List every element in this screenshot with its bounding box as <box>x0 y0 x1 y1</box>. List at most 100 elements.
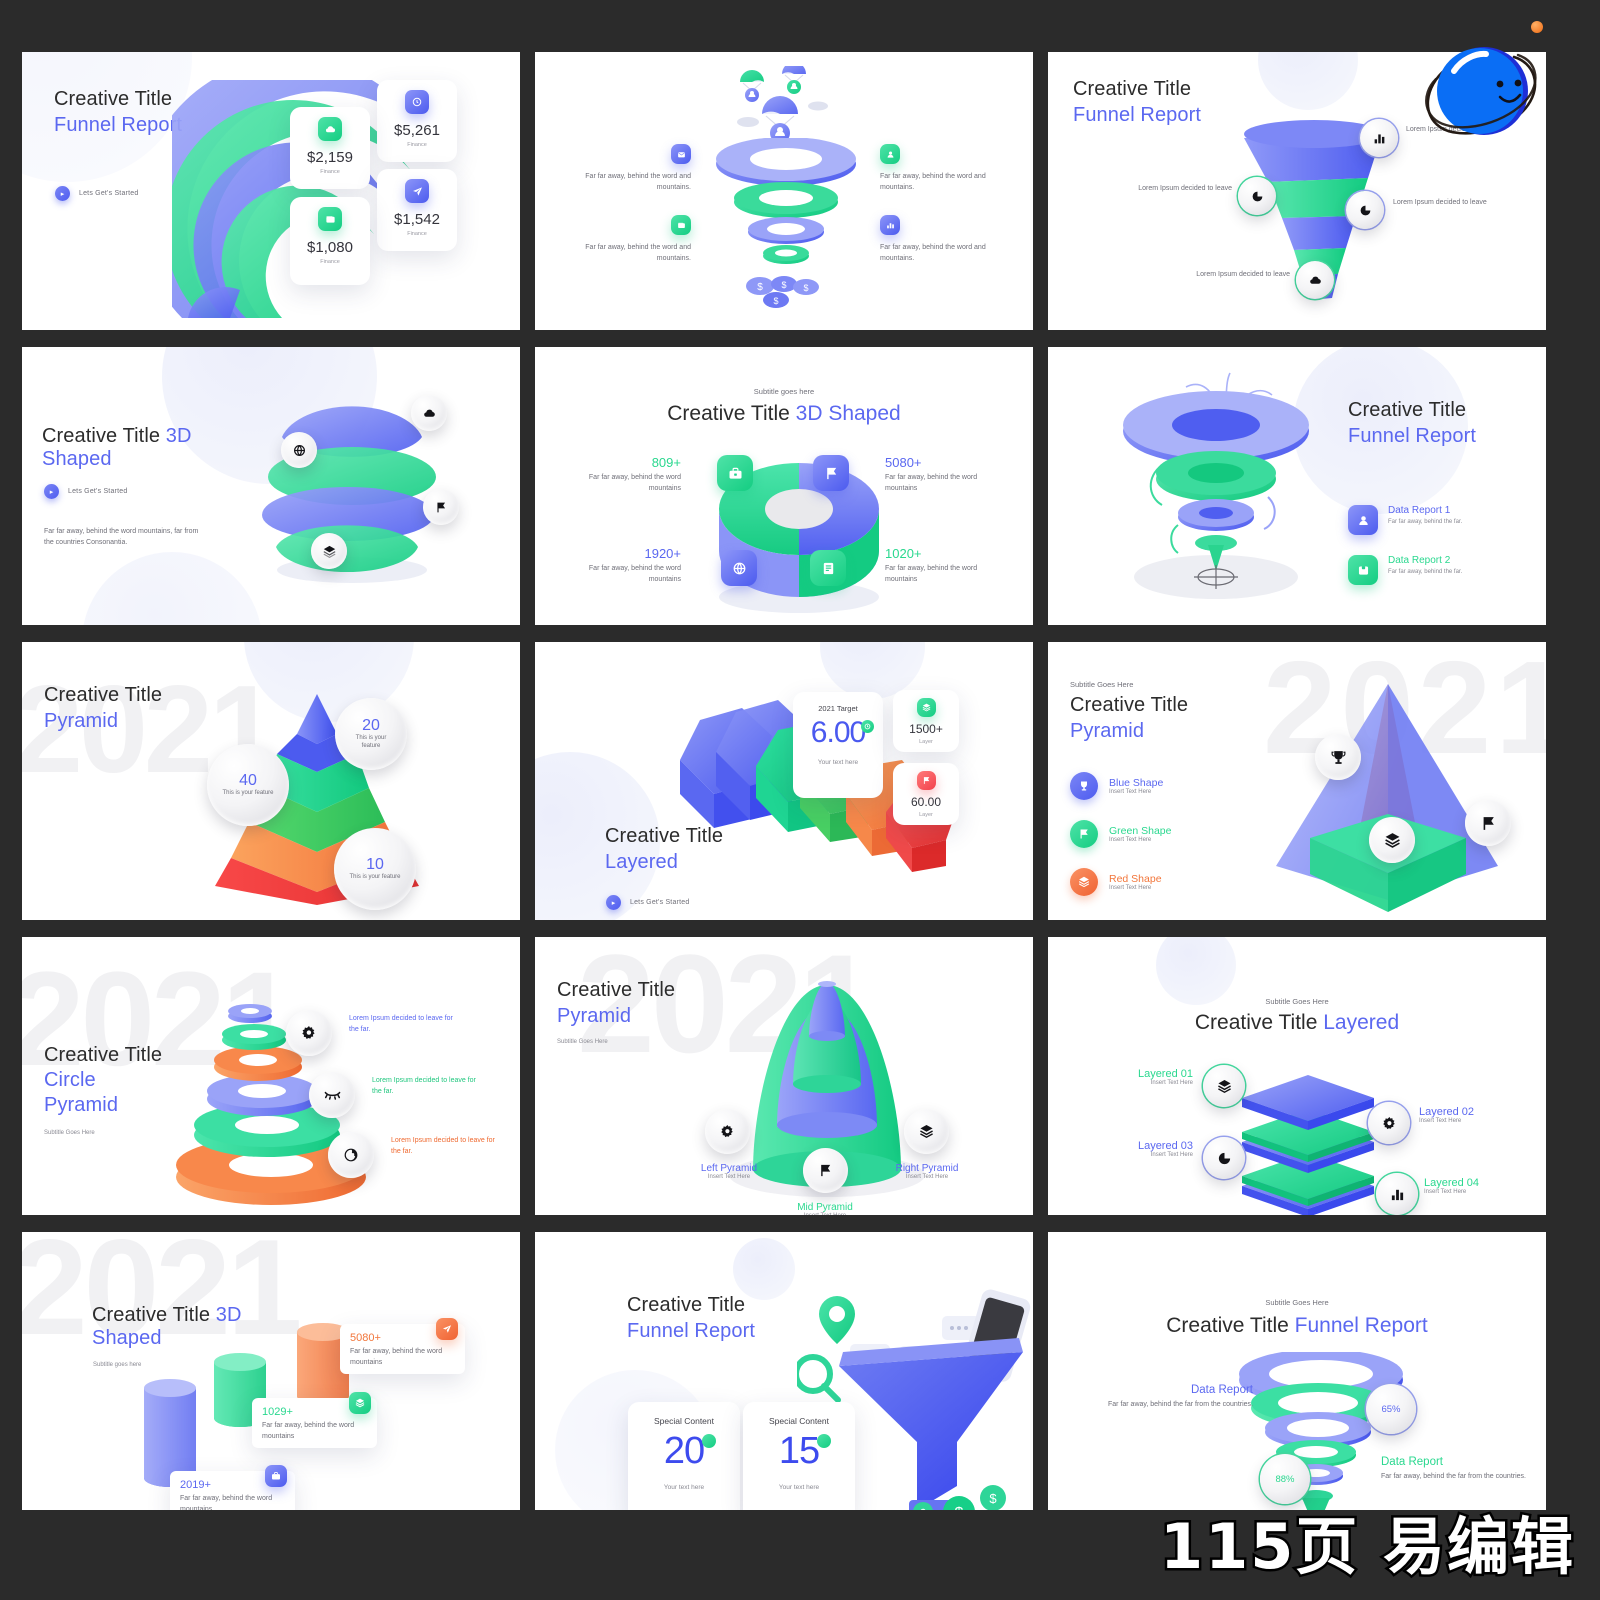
stat-card[interactable]: $1,542 Finance <box>377 169 457 251</box>
globe-icon[interactable] <box>721 550 757 586</box>
flag-icon[interactable] <box>813 455 849 491</box>
badge-gear[interactable] <box>1368 1102 1410 1144</box>
report-item[interactable]: Data Report 2 Far far away, behind the f… <box>1348 555 1462 585</box>
pyramid-label[interactable]: Left Pyramid Insert Text Here <box>674 1163 784 1180</box>
percent-value: 65% <box>1381 1403 1401 1415</box>
badge-layers[interactable] <box>904 1109 949 1154</box>
badge-pie-chart[interactable] <box>1203 1137 1245 1179</box>
badge-globe[interactable] <box>281 432 317 468</box>
report-item[interactable]: Data Report Far far away, behind the far… <box>1381 1456 1526 1483</box>
legend-item[interactable]: Blue Shape Insert Text Here <box>1070 772 1163 800</box>
label-title: Right Pyramid <box>895 1163 959 1174</box>
stat-item[interactable]: 1920+ Far far away, behind the word moun… <box>563 546 681 586</box>
svg-text:$: $ <box>803 283 808 293</box>
cta-lets-get-started[interactable]: ▸ Lets Get's Started <box>44 484 127 499</box>
special-content-card[interactable]: Special Content 20 Your text here <box>628 1402 740 1510</box>
badge-layers[interactable] <box>1203 1065 1245 1107</box>
doc-icon[interactable] <box>810 550 846 586</box>
pyramid-label[interactable]: Mid Pyramid Insert Text Here <box>770 1202 880 1215</box>
slide-pyramid-numbers[interactable]: 2021 Creative Title Pyramid 20 This is y… <box>22 642 520 920</box>
badge-pie-chart[interactable] <box>1238 177 1276 215</box>
badge-layers[interactable] <box>1369 817 1415 863</box>
pie-chart-icon <box>1359 204 1372 217</box>
watermark-text: 115页 易编辑 <box>1157 1508 1576 1586</box>
layer-label: Layered 01 <box>1137 1068 1193 1080</box>
pyramid-label[interactable]: Right Pyramid Insert Text Here <box>872 1163 982 1180</box>
slide-funnel-report-percent[interactable]: Subtitle Goes Here Creative Title Funnel… <box>1048 1232 1546 1510</box>
layers-icon[interactable] <box>349 1392 371 1414</box>
slide-3d-shaped-sphere[interactable]: Creative Title 3D Shaped ▸ Lets Get's St… <box>22 347 520 625</box>
layer-item[interactable]: Layered 01 Insert Text Here <box>1088 1068 1193 1086</box>
clock-icon <box>861 720 875 733</box>
legend-item[interactable]: Green Shape Insert Text Here <box>1070 820 1171 848</box>
slide-layered-hexagons[interactable]: 2021 Target 6.00 Your text here 1500+ La… <box>535 642 1033 920</box>
legend-label: Green Shape <box>1109 825 1172 837</box>
stat-bubble[interactable]: 40 This is your feature <box>207 744 289 826</box>
layer-text: Insert Text Here <box>1150 1080 1193 1086</box>
slide-pyramid-shapes[interactable]: 2021 Subtitle Goes Here Creative Title P… <box>1048 642 1546 920</box>
stat-card[interactable]: $2,159 Finance <box>290 107 370 189</box>
badge-pie-chart[interactable] <box>1346 191 1384 229</box>
cta-lets-get-started[interactable]: ▸ Lets Get's Started <box>55 186 138 201</box>
cta-label: Lets Get's Started <box>79 190 139 197</box>
slide-funnel-report-vortex[interactable]: Creative Title Funnel Report Data Report… <box>1048 347 1546 625</box>
slide-funnel-report-illustration[interactable]: Creative Title Funnel Report $ $ $ Speci… <box>535 1232 1033 1510</box>
percent-badge[interactable]: 65% <box>1366 1384 1416 1434</box>
badge-bar-chart[interactable] <box>1360 119 1398 157</box>
stat-card[interactable]: $5,261 Finance <box>377 80 457 162</box>
slide-3d-shaped-cylinders[interactable]: 2021 Creative Title 3D Shaped Subtitle g… <box>22 1232 520 1510</box>
slide-circle-pyramid[interactable]: 2021 Creative Title Circle Pyramid Subti… <box>22 937 520 1215</box>
stat-item[interactable]: 5080+ Far far away, behind the word moun… <box>885 455 1003 495</box>
page-subtitle: Funnel Report <box>1073 104 1202 126</box>
badge-flag[interactable] <box>803 1148 848 1193</box>
slide-layered-plates[interactable]: Subtitle Goes Here Creative Title Layere… <box>1048 937 1546 1215</box>
badge-eye[interactable] <box>309 1072 355 1118</box>
badge-cloud[interactable] <box>1296 261 1334 299</box>
card-caption: Your text here <box>663 1484 705 1491</box>
stat-bubble[interactable]: 20 This is your feature <box>335 698 407 770</box>
slide-funnel-rings-parachutes[interactable]: $ $ $ $ Far far away, behind the word an… <box>535 52 1033 330</box>
badge-bar-chart[interactable] <box>1376 1173 1418 1215</box>
legend-item[interactable]: Red Shape Insert Text Here <box>1070 868 1162 896</box>
stat-item[interactable]: 1020+ Far far away, behind the word moun… <box>885 546 1003 586</box>
stat-card[interactable]: $1,080 Finance <box>290 197 370 285</box>
stat-value: $1,542 <box>394 211 440 228</box>
badge-cloud[interactable] <box>411 395 447 431</box>
special-content-card[interactable]: Special Content 15 Your text here <box>743 1402 855 1510</box>
badge-gear[interactable] <box>705 1109 750 1154</box>
bubble-caption: This is your feature <box>355 735 387 749</box>
target-card[interactable]: 2021 Target 6.00 Your text here <box>793 692 883 798</box>
layer-item[interactable]: Layered 02 Insert Text Here <box>1419 1106 1524 1124</box>
badge-flag[interactable] <box>1465 800 1511 846</box>
badge-globe[interactable] <box>328 1132 374 1178</box>
slide-pyramid-cone[interactable]: 2021 Creative Title Pyramid Subtitle Goe… <box>535 937 1033 1215</box>
feature-item[interactable]: Far far away, behind the word and mounta… <box>880 215 990 265</box>
stat-item[interactable]: 809+ Far far away, behind the word mount… <box>563 455 681 495</box>
layer-item[interactable]: Layered 03 Insert Text Here <box>1088 1140 1193 1158</box>
report-item[interactable]: Data Report 1 Far far away, behind the f… <box>1348 505 1462 535</box>
feature-item[interactable]: Far far away, behind the word and mounta… <box>581 144 691 194</box>
layer-item[interactable]: Layered 04 Insert Text Here <box>1424 1177 1529 1195</box>
cta-lets-get-started[interactable]: ▸ Lets Get's Started <box>606 895 689 910</box>
slide-3d-shaped-donut[interactable]: Subtitle goes here Creative Title 3D Sha… <box>535 347 1033 625</box>
stat-bubble[interactable]: 10 This is your feature <box>334 828 416 910</box>
badge-trophy[interactable] <box>1315 734 1361 780</box>
report-item[interactable]: Data Report Far far away, behind the far… <box>1108 1384 1253 1411</box>
report-label: Data Report 2 <box>1388 555 1451 566</box>
page-title: Creative Title 3D Shaped <box>42 425 252 471</box>
briefcase-icon[interactable] <box>717 455 753 491</box>
slide-funnel-report-title[interactable]: Creative Title Funnel Report ▸ Lets Get'… <box>22 52 520 330</box>
briefcase-icon[interactable] <box>265 1465 287 1487</box>
bar-chart-icon <box>1390 1187 1405 1202</box>
mini-stat-card[interactable]: 60.00 Layer <box>893 763 959 825</box>
feature-item[interactable]: Far far away, behind the word and mounta… <box>581 215 691 265</box>
card-caption: Your text here <box>778 1484 820 1491</box>
badge-layers[interactable] <box>311 533 347 569</box>
feature-item[interactable]: Far far away, behind the word and mounta… <box>880 144 990 194</box>
mini-stat-card[interactable]: 1500+ Layer <box>893 690 959 752</box>
flag-icon <box>1070 820 1098 848</box>
send-icon[interactable] <box>436 1318 458 1340</box>
slide-grid: Creative Title Funnel Report ▸ Lets Get'… <box>22 52 1546 1548</box>
badge-gear[interactable] <box>286 1010 332 1056</box>
badge-flag[interactable] <box>423 489 459 525</box>
